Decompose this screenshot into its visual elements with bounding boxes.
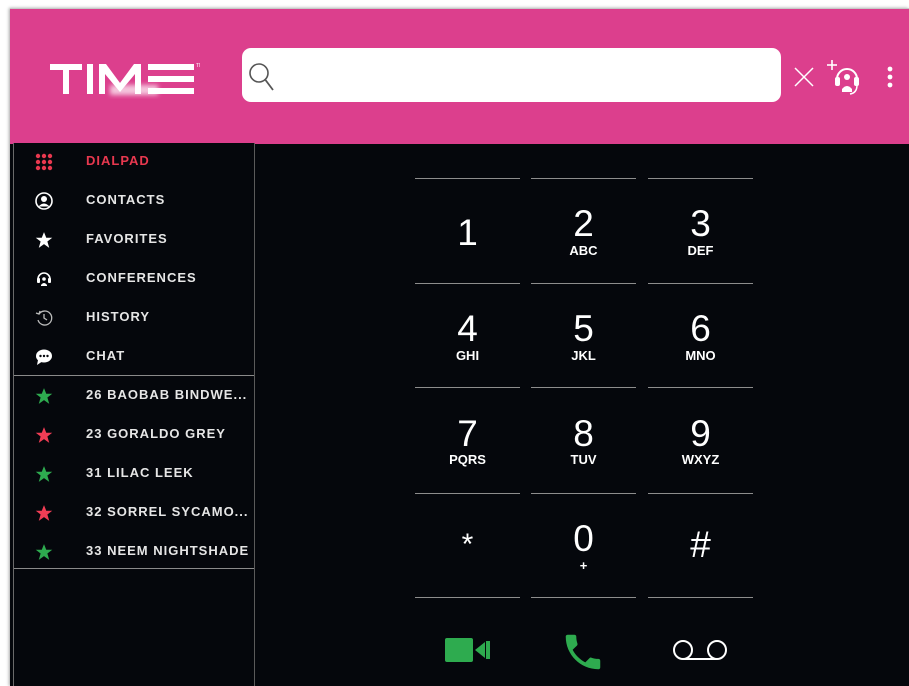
- sidebar-item-history[interactable]: HISTORY: [14, 299, 254, 337]
- favorite-contact-item[interactable]: 31 LILAC LEEK: [14, 455, 254, 493]
- key-digit: 9: [690, 413, 711, 454]
- dialpad-key-3[interactable]: 3 DEF: [648, 178, 753, 282]
- key-letters: MNO: [685, 348, 716, 363]
- key-letters: PQRS: [449, 452, 486, 467]
- search-input[interactable]: [282, 48, 776, 104]
- dialpad-key-8[interactable]: 8 TUV: [531, 387, 636, 491]
- favorite-contact-item[interactable]: 23 GORALDO GREY: [14, 416, 254, 454]
- time-logo: TM: [50, 63, 200, 95]
- search-bar: [242, 48, 781, 104]
- dialpad-key-hash[interactable]: #: [648, 493, 753, 597]
- key-letters: DEF: [687, 243, 714, 258]
- key-digit: #: [690, 524, 711, 565]
- dialpad: 1 2 ABC 3 DEF 4 GHI 5 JKL 6 MNO 7 PQRS 8…: [253, 143, 909, 686]
- key-digit: 4: [457, 308, 478, 349]
- key-divider: [415, 283, 520, 284]
- star-icon: [34, 386, 54, 406]
- favorite-contact-item[interactable]: 32 SORREL SYCAMO...: [14, 494, 254, 532]
- key-digit: 6: [690, 308, 711, 349]
- conference-headset-icon: [34, 269, 54, 289]
- sidebar-divider: [14, 568, 254, 569]
- key-divider: [415, 597, 520, 598]
- star-icon: [34, 425, 54, 445]
- key-letters: GHI: [455, 348, 480, 363]
- sidebar-item-label: HISTORY: [86, 309, 151, 324]
- dialpad-key-6[interactable]: 6 MNO: [648, 283, 753, 387]
- favorite-contact-label: 31 LILAC LEEK: [86, 465, 194, 480]
- search-icon[interactable]: [248, 62, 276, 92]
- sidebar-divider: [14, 375, 254, 376]
- sidebar-item-label: CONFERENCES: [86, 270, 197, 285]
- dialpad-key-5[interactable]: 5 JKL: [531, 283, 636, 387]
- key-digit: 2: [573, 203, 594, 244]
- key-letters: +: [579, 558, 588, 573]
- voicemail-icon[interactable]: [671, 637, 729, 663]
- sidebar: DIALPAD CONTACTS FAVORITES CONFERENCES H…: [13, 143, 255, 686]
- sidebar-item-label: FAVORITES: [86, 231, 168, 246]
- sidebar-item-chat[interactable]: CHAT: [14, 338, 254, 376]
- favorite-contact-label: 33 NEEM NIGHTSHADE: [86, 543, 250, 558]
- favorite-contact-label: 32 SORREL SYCAMO...: [86, 504, 249, 519]
- key-divider: [531, 597, 636, 598]
- sidebar-item-label: DIALPAD: [86, 153, 150, 168]
- favorite-contact-item[interactable]: 26 BAOBAB BINDWE...: [14, 377, 254, 415]
- add-conference-icon[interactable]: [826, 57, 862, 97]
- dialpad-key-2[interactable]: 2 ABC: [531, 178, 636, 282]
- key-digit: 7: [457, 413, 478, 454]
- favorite-contact-label: 26 BAOBAB BINDWE...: [86, 387, 248, 402]
- sidebar-item-label: CONTACTS: [86, 192, 166, 207]
- dialpad-key-4[interactable]: 4 GHI: [415, 283, 520, 387]
- dialpad-grid-icon: [34, 152, 54, 172]
- dialpad-key-0[interactable]: 0 +: [531, 493, 636, 597]
- star-icon: [34, 464, 54, 484]
- key-digit: 8: [573, 413, 594, 454]
- video-call-icon[interactable]: [445, 637, 491, 663]
- key-divider: [648, 597, 753, 598]
- key-divider: [648, 178, 753, 179]
- contact-person-icon: [34, 191, 54, 211]
- key-divider: [648, 387, 753, 388]
- key-divider: [415, 387, 520, 388]
- key-letters: JKL: [571, 348, 596, 363]
- dialpad-key-1[interactable]: 1: [415, 178, 520, 282]
- key-divider: [531, 283, 636, 284]
- sidebar-item-conferences[interactable]: CONFERENCES: [14, 260, 254, 298]
- key-digit: 0: [573, 518, 594, 559]
- key-divider: [531, 493, 636, 494]
- key-divider: [648, 283, 753, 284]
- key-divider: [415, 493, 520, 494]
- app-window: TM: [10, 8, 909, 686]
- svg-text:TM: TM: [196, 63, 200, 69]
- dialpad-key-9[interactable]: 9 WXYZ: [648, 387, 753, 491]
- key-divider: [648, 493, 753, 494]
- key-divider: [415, 178, 520, 179]
- sidebar-item-label: CHAT: [86, 348, 126, 363]
- key-letters: WXYZ: [681, 452, 720, 467]
- key-letters: ABC: [569, 243, 598, 258]
- sidebar-item-favorites[interactable]: FAVORITES: [14, 221, 254, 259]
- key-divider: [531, 178, 636, 179]
- history-clock-icon: [34, 308, 54, 328]
- favorite-contact-label: 23 GORALDO GREY: [86, 426, 226, 441]
- key-digit: 3: [690, 203, 711, 244]
- more-menu-icon[interactable]: [886, 65, 894, 91]
- key-digit: *: [461, 528, 474, 561]
- header-bar: TM: [10, 8, 909, 144]
- sidebar-item-contacts[interactable]: CONTACTS: [14, 182, 254, 220]
- chat-bubble-icon: [34, 347, 54, 367]
- dialpad-key-7[interactable]: 7 PQRS: [415, 387, 520, 491]
- key-divider: [531, 387, 636, 388]
- key-digit: 5: [573, 308, 594, 349]
- key-letters: TUV: [570, 452, 597, 467]
- key-digit: 1: [457, 212, 478, 253]
- dialpad-key-star[interactable]: *: [415, 493, 520, 597]
- close-icon[interactable]: [793, 66, 815, 88]
- phone-call-icon[interactable]: [560, 629, 606, 675]
- star-icon: [34, 542, 54, 562]
- star-icon: [34, 230, 54, 250]
- sidebar-item-dialpad[interactable]: DIALPAD: [14, 143, 254, 181]
- favorite-contact-item[interactable]: 33 NEEM NIGHTSHADE: [14, 533, 254, 571]
- star-icon: [34, 503, 54, 523]
